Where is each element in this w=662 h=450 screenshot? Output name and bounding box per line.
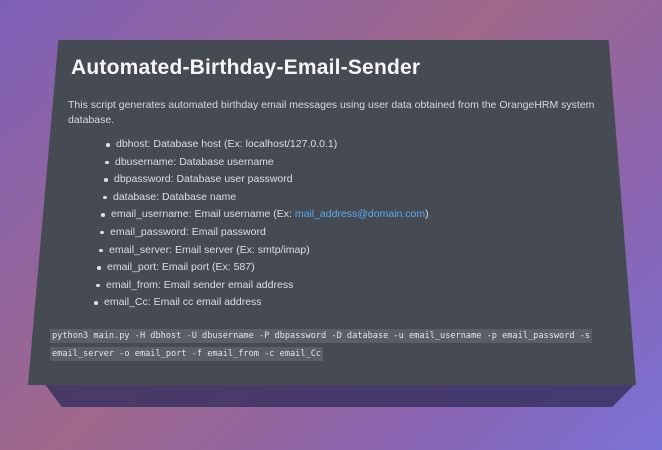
list-item: email_server: Email server (Ex: smtp/ima… bbox=[99, 242, 598, 260]
param-dbusername: dbusername: Database username bbox=[115, 155, 274, 168]
usage-command: python3 main.py -H dbhost -U dbusername … bbox=[50, 329, 593, 361]
list-item: email_username: Email username (Ex: mail… bbox=[101, 206, 598, 224]
list-item: database: Database name bbox=[103, 189, 598, 207]
list-item: dbpassword: Database user password bbox=[104, 171, 598, 189]
list-item: email_password: Email password bbox=[100, 224, 598, 242]
param-email-from: email_from: Email sender email address bbox=[106, 278, 294, 291]
usage-command-block[interactable]: python3 main.py -H dbhost -U dbusername … bbox=[50, 327, 610, 363]
card-shadow bbox=[44, 383, 636, 407]
email-example-link[interactable]: mail_address@domain.com bbox=[295, 208, 425, 220]
param-dbpassword: dbpassword: Database user password bbox=[114, 173, 293, 186]
param-email-password: email_password: Email password bbox=[110, 225, 266, 238]
param-email-username-close: ) bbox=[425, 208, 429, 221]
readme-card: Automated-Birthday-Email-Sender This scr… bbox=[28, 40, 636, 385]
param-database: database: Database name bbox=[113, 190, 237, 203]
param-email-username: email_username: Email username (Ex: bbox=[111, 208, 295, 221]
list-item: email_from: Email sender email address bbox=[96, 277, 598, 295]
param-email-server: email_server: Email server (Ex: smtp/ima… bbox=[109, 243, 310, 256]
parameter-list: dbhost: Database host (Ex: localhost/127… bbox=[66, 136, 598, 312]
list-item: dbusername: Database username bbox=[105, 154, 598, 172]
page-title: Automated-Birthday-Email-Sender bbox=[71, 56, 421, 79]
param-email-cc: email_Cc: Email cc email address bbox=[104, 296, 262, 309]
list-item: email_Cc: Email cc email address bbox=[94, 294, 598, 312]
param-dbhost: dbhost: Database host (Ex: localhost/127… bbox=[116, 138, 338, 150]
description: This script generates automated birthday… bbox=[68, 99, 595, 126]
list-item: email_port: Email port (Ex: 587) bbox=[97, 259, 598, 277]
param-email-port: email_port: Email port (Ex: 587) bbox=[107, 261, 255, 274]
list-item: dbhost: Database host (Ex: localhost/127… bbox=[106, 136, 598, 154]
